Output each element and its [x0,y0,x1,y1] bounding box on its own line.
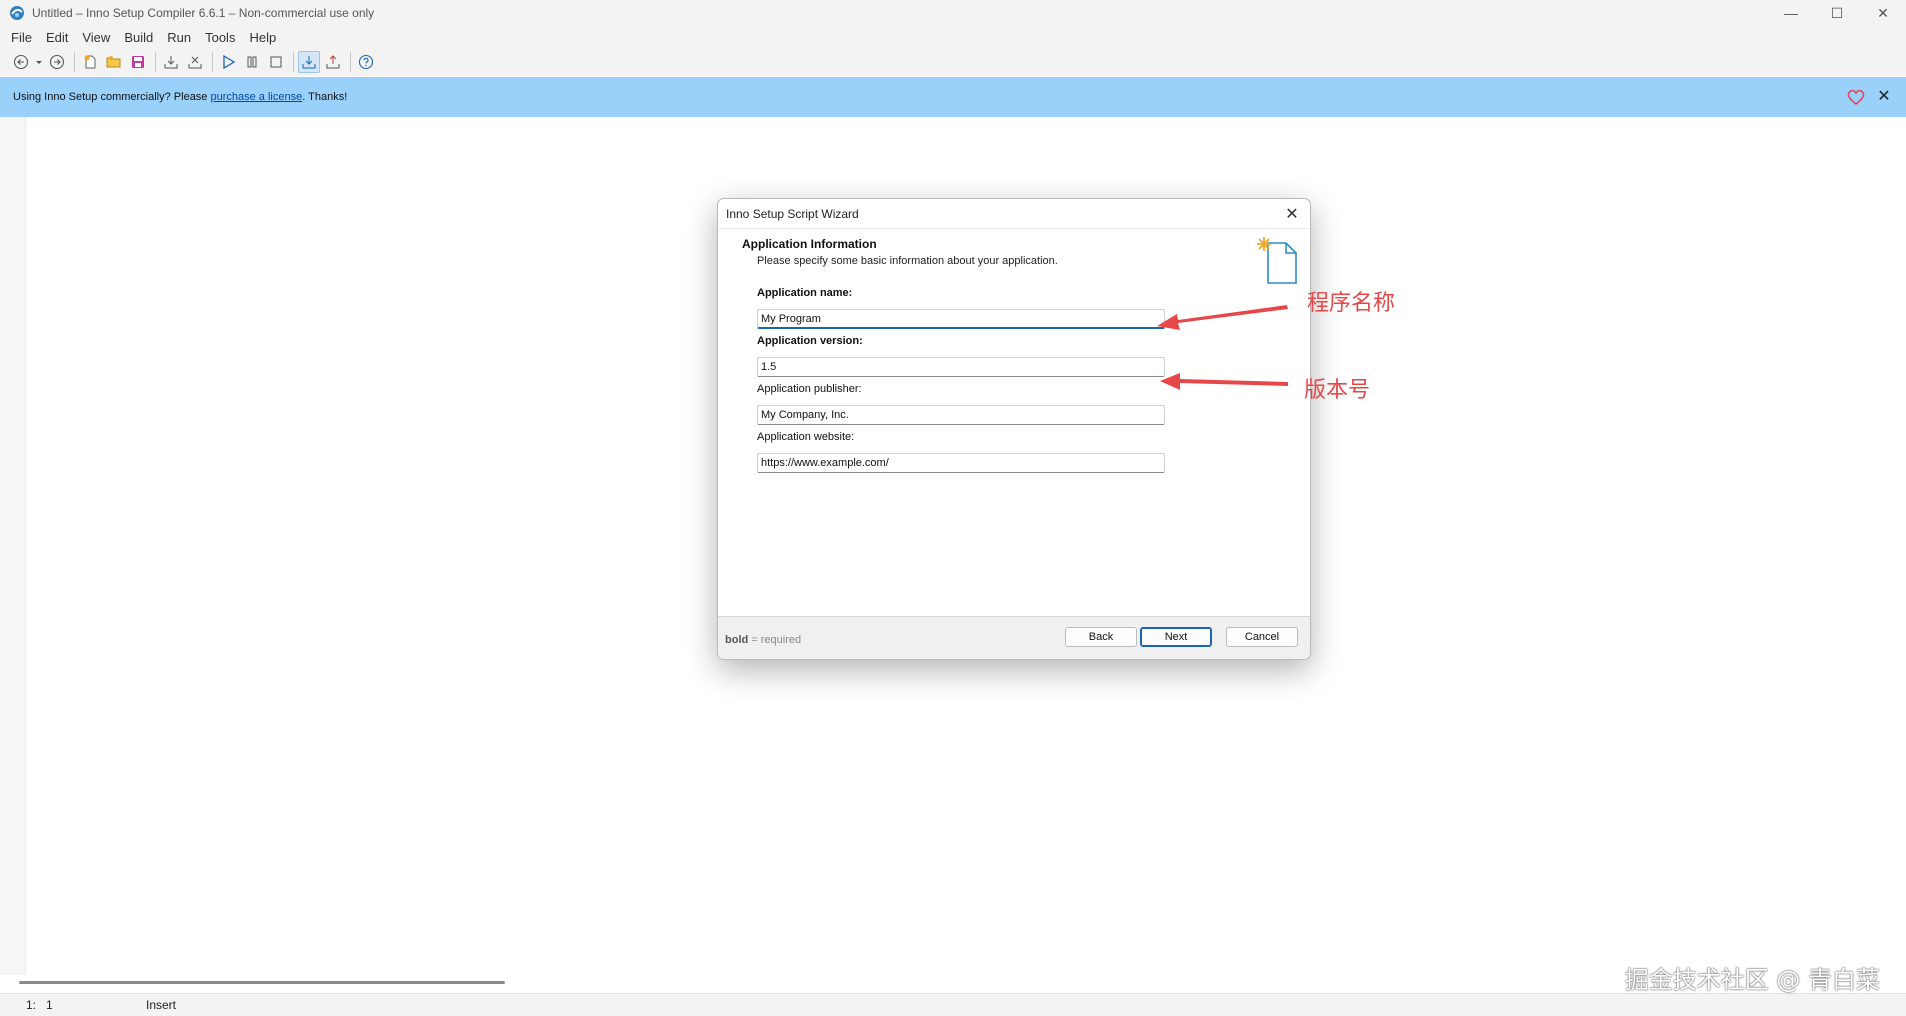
stop-compile-button[interactable] [184,51,206,73]
save-icon [132,56,144,68]
menu-help[interactable]: Help [242,28,283,47]
pause-icon [247,56,257,68]
script-wizard-dialog: Inno Setup Script Wizard ✕ Application I… [717,198,1311,660]
app-website-input[interactable] [757,453,1165,473]
app-version-annotation: 版本号 [1304,378,1371,403]
target-release-icon [326,55,340,69]
menu-build[interactable]: Build [117,28,160,47]
target-debug-button[interactable] [298,51,320,73]
menu-run[interactable]: Run [160,28,198,47]
app-website-field: Application website: [757,431,1165,473]
menu-bar: File Edit View Build Run Tools Help [0,26,1906,48]
open-folder-icon [106,56,121,68]
back-icon [13,54,29,70]
stop-button[interactable] [265,51,287,73]
horizontal-scrollbar[interactable] [19,981,505,984]
minimize-button[interactable]: — [1768,0,1814,26]
menu-file[interactable]: File [4,28,39,47]
dropdown-icon [36,61,42,64]
dialog-title: Inno Setup Script Wizard [726,206,859,221]
page-subtitle: Please specify some basic information ab… [757,255,1058,267]
purchase-license-link[interactable]: purchase a license [210,91,302,103]
stop-compile-icon [188,56,202,69]
new-file-icon [84,55,96,69]
app-version-input[interactable] [757,357,1165,377]
heart-icon[interactable] [1846,87,1866,107]
close-banner-icon[interactable]: ✕ [1874,86,1894,106]
app-website-label: Application website: [757,431,855,443]
dialog-header: Application Information Please specify s… [742,237,1058,267]
toolbar-separator [293,52,294,72]
menu-view[interactable]: View [75,28,117,47]
target-release-button[interactable] [322,51,344,73]
banner-text: Using Inno Setup commercially? Please [13,91,211,103]
editor-gutter [0,117,26,975]
status-bar: 1: 1 Insert [0,993,1906,1016]
new-document-sparkle-icon [1254,235,1300,285]
close-window-button[interactable]: ✕ [1860,0,1906,26]
app-version-label: Application version: [757,335,863,347]
help-icon [358,54,374,70]
watermark: 掘金技术社区 @ 青白菜 [1624,966,1880,994]
required-note-text: = required [748,634,802,646]
required-note-bold: bold [725,634,749,646]
open-button[interactable] [103,51,125,73]
back-button[interactable] [10,51,32,73]
compile-button[interactable] [160,51,182,73]
minimize-icon: — [1784,5,1798,21]
new-file-button[interactable] [79,51,101,73]
banner-text-end: . Thanks! [302,91,348,103]
menu-edit[interactable]: Edit [39,28,75,47]
help-button[interactable] [355,51,377,73]
run-icon [223,54,236,70]
back-dropdown-button[interactable] [34,51,44,73]
cancel-button[interactable]: Cancel [1226,627,1298,647]
title-bar: Untitled – Inno Setup Compiler 6.6.1 – N… [0,0,1906,26]
cursor-position: 1: 1 [26,998,53,1012]
app-name-input[interactable] [757,309,1165,329]
run-button[interactable] [217,51,239,73]
dialog-footer: bold = required Back Next Cancel [718,616,1310,659]
save-button[interactable] [127,51,149,73]
dialog-close-icon[interactable]: ✕ [1282,204,1302,224]
back-button[interactable]: Back [1065,627,1137,647]
stop-icon [270,56,282,68]
app-publisher-field: Application publisher: [757,383,1165,425]
maximize-icon: ☐ [1830,4,1844,21]
menu-tools[interactable]: Tools [198,28,242,47]
toolbar [0,48,1906,76]
maximize-button[interactable]: ☐ [1814,0,1860,26]
toolbar-separator [155,52,156,72]
app-name-annotation: 程序名称 [1307,291,1396,316]
license-banner: Using Inno Setup commercially? Please pu… [0,77,1906,117]
app-publisher-label: Application publisher: [757,383,862,395]
target-debug-icon [302,56,316,69]
toolbar-separator [350,52,351,72]
app-name-field: Application name: [757,287,1165,329]
app-name-label: Application name: [757,287,853,299]
app-version-field: Application version: [757,335,1165,377]
close-icon: ✕ [1877,4,1889,21]
required-note: bold = required [725,634,801,646]
toolbar-separator [74,52,75,72]
forward-icon [49,54,65,70]
compile-icon [164,56,178,69]
insert-mode: Insert [146,998,177,1012]
toolbar-separator [212,52,213,72]
forward-button[interactable] [46,51,68,73]
app-publisher-input[interactable] [757,405,1165,425]
pause-button[interactable] [241,51,263,73]
dialog-title-bar: Inno Setup Script Wizard ✕ [718,199,1310,229]
inno-setup-app-icon [9,5,25,21]
window-title: Untitled – Inno Setup Compiler 6.6.1 – N… [32,6,375,20]
next-button[interactable]: Next [1140,627,1212,647]
page-title: Application Information [742,237,877,251]
